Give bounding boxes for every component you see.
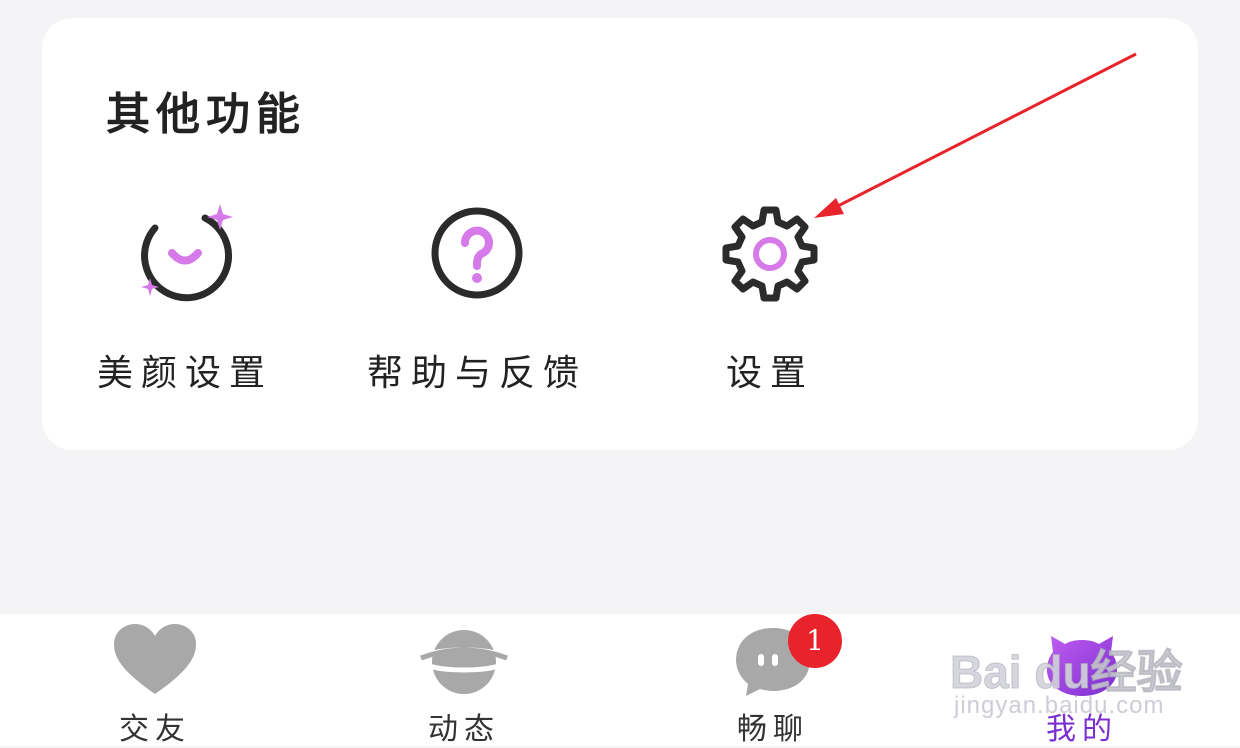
bottom-tab-bar: 交友 动态 1 畅聊 我的 bbox=[0, 614, 1240, 747]
other-functions-card: 其他功能 美颜设置 帮助与反馈 设置 bbox=[42, 18, 1198, 450]
tab-chat-label: 畅聊 bbox=[737, 712, 809, 747]
beauty-icon bbox=[130, 198, 240, 308]
tab-mine[interactable]: 我的 bbox=[982, 614, 1182, 747]
tab-friends-label: 交友 bbox=[119, 712, 191, 747]
mine-icon bbox=[1037, 620, 1127, 700]
tab-mine-label: 我的 bbox=[1046, 712, 1118, 747]
help-feedback-label: 帮助与反馈 bbox=[366, 353, 587, 394]
section-title: 其他功能 bbox=[106, 89, 306, 140]
gear-icon bbox=[715, 198, 825, 308]
settings-button[interactable]: 设置 bbox=[650, 198, 890, 396]
tab-moments[interactable]: 动态 bbox=[364, 614, 564, 747]
unread-badge: 1 bbox=[788, 614, 842, 668]
settings-label: 设置 bbox=[725, 353, 814, 394]
tab-moments-label: 动态 bbox=[428, 712, 500, 747]
beauty-settings-label: 美颜设置 bbox=[96, 353, 273, 394]
tab-friends[interactable]: 交友 bbox=[55, 614, 255, 747]
beauty-settings-button[interactable]: 美颜设置 bbox=[65, 198, 305, 396]
help-feedback-button[interactable]: 帮助与反馈 bbox=[357, 198, 597, 396]
planet-icon bbox=[417, 620, 511, 700]
help-icon bbox=[422, 198, 532, 308]
heart-icon bbox=[110, 620, 200, 700]
tab-chat[interactable]: 1 畅聊 bbox=[673, 614, 873, 747]
